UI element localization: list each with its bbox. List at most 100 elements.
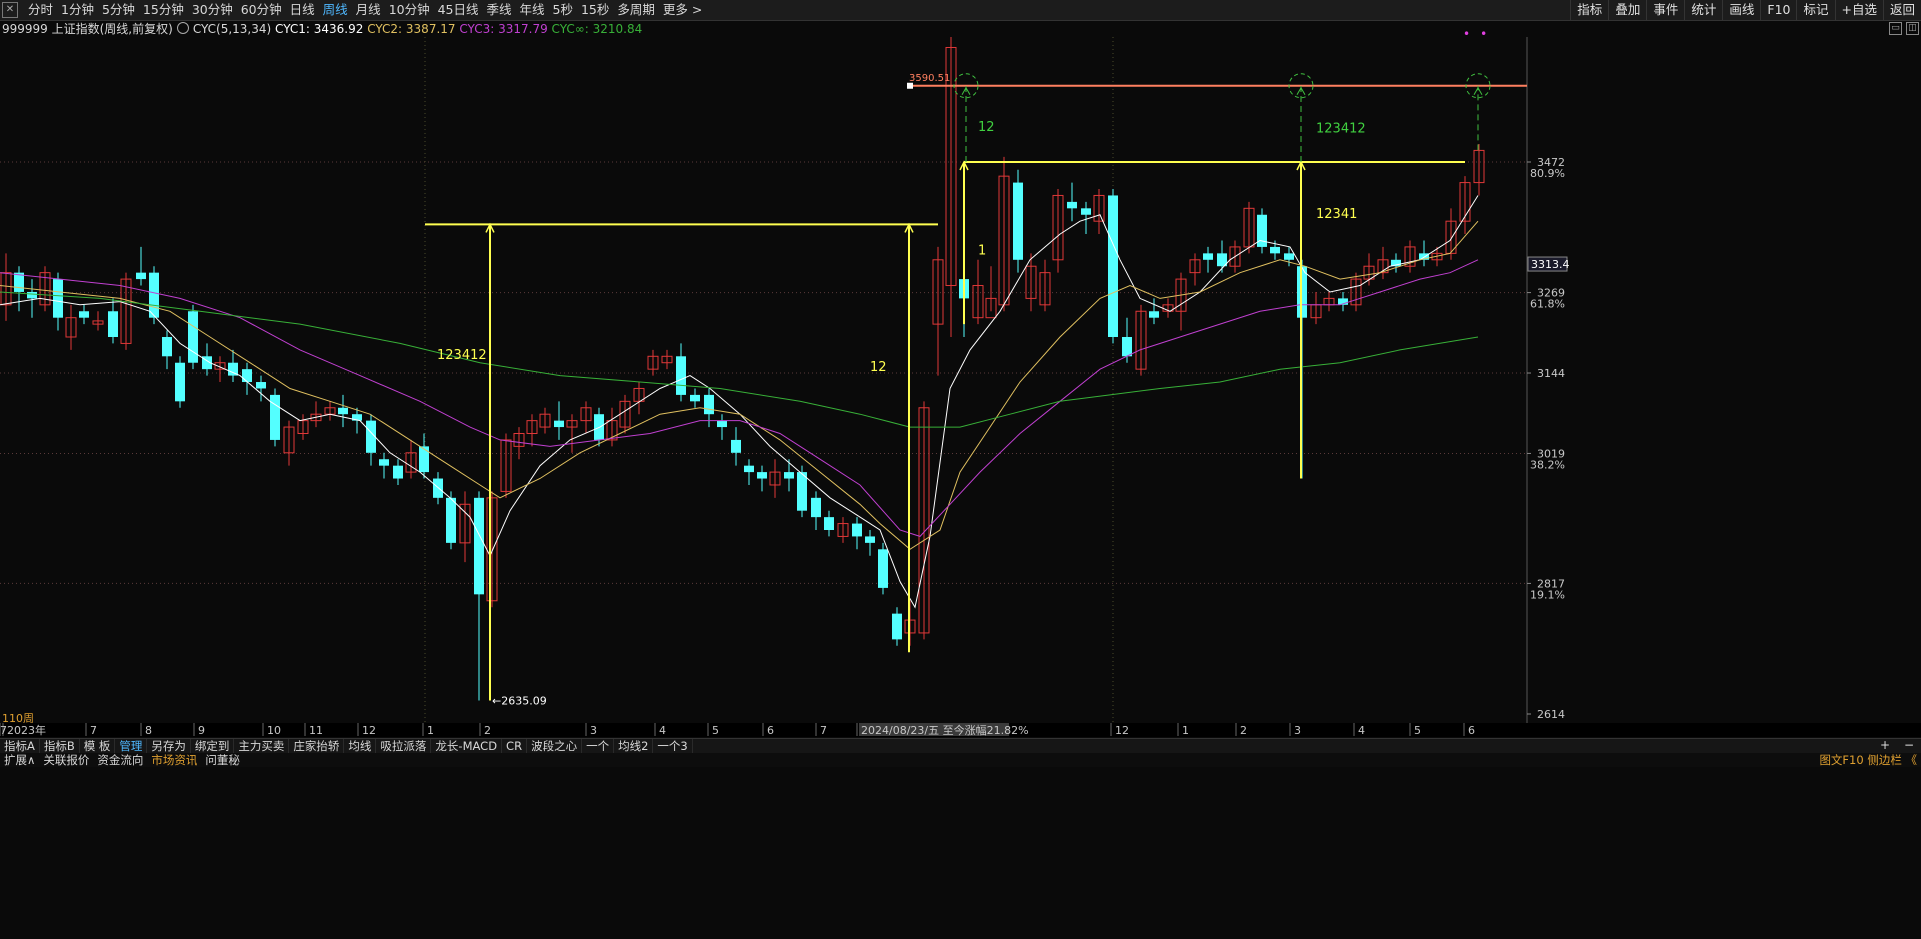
- period-tab[interactable]: 10分钟: [385, 0, 434, 20]
- tool-button[interactable]: 统计: [1684, 0, 1722, 20]
- period-tab[interactable]: 5分钟: [98, 0, 139, 20]
- candle-body-down: [256, 382, 266, 389]
- close-icon[interactable]: ✕: [2, 2, 18, 18]
- period-tab[interactable]: 1分钟: [57, 0, 98, 20]
- zoom-out-icon[interactable]: −: [1897, 738, 1921, 752]
- candle-body-down: [824, 517, 834, 530]
- period-tab[interactable]: 30分钟: [188, 0, 237, 20]
- candle-body-down: [690, 394, 700, 402]
- period-tab[interactable]: 分时: [24, 0, 57, 20]
- candle-body-down: [676, 356, 686, 395]
- tool-button[interactable]: F10: [1760, 0, 1796, 20]
- candle-body-down: [175, 362, 185, 402]
- x-tick-label: 1: [1182, 724, 1189, 737]
- cyc2-value: CYC2: 3387.17: [367, 22, 456, 36]
- candle-body-down: [393, 465, 403, 479]
- candle-body-down: [379, 459, 389, 466]
- indicator-tab[interactable]: 指标A: [0, 739, 40, 753]
- tool-button[interactable]: 返回: [1882, 0, 1921, 20]
- x-tick-label: 7: [820, 724, 827, 737]
- x-tick-label: 3: [1294, 724, 1301, 737]
- candle-body-down: [1108, 195, 1118, 337]
- x-tick-label: 9: [198, 724, 205, 737]
- period-tab[interactable]: 年线: [516, 0, 549, 20]
- y-tick-label: 3144: [1537, 367, 1565, 380]
- annot-label: 123412: [437, 348, 487, 363]
- candle-body-down: [744, 465, 754, 473]
- candle-body-down: [108, 311, 118, 337]
- cyc2-line: [0, 220, 1479, 550]
- tool-button[interactable]: 事件: [1646, 0, 1684, 20]
- period-tab[interactable]: 15秒: [577, 0, 613, 20]
- indicator-tab[interactable]: 均线2: [614, 739, 654, 753]
- extension-tab[interactable]: 扩展∧: [0, 753, 39, 767]
- indicator-tab[interactable]: 庄家抬轿: [289, 739, 345, 753]
- y-tick-pct: 61.8%: [1530, 298, 1565, 311]
- resistance-price-label: 3590.51: [909, 73, 950, 84]
- x-tick-label: 1: [427, 724, 434, 737]
- indicator-tab[interactable]: 一个: [582, 739, 615, 753]
- cyc3-value: CYC3: 3317.79: [459, 22, 548, 36]
- indicator-tab[interactable]: 模 板: [80, 739, 116, 753]
- candle-body-down: [865, 536, 875, 543]
- candle-body-down: [704, 394, 714, 415]
- candle-body-down: [242, 369, 252, 383]
- period-tab[interactable]: 5秒: [549, 0, 577, 20]
- candle-body-down: [811, 497, 821, 518]
- cyc1-line: [0, 195, 1479, 609]
- extension-tab[interactable]: 市场资讯: [147, 753, 201, 767]
- tool-button[interactable]: +自选: [1834, 0, 1883, 20]
- f10-sidebar-toggle[interactable]: 图文F10 侧边栏 《: [1819, 753, 1921, 767]
- indicator-tab[interactable]: 主力买卖: [234, 739, 290, 753]
- tool-button[interactable]: 指标: [1570, 0, 1608, 20]
- indicator-tab[interactable]: 另存为: [147, 739, 191, 753]
- x-tick-label: 4: [659, 724, 666, 737]
- period-tab[interactable]: 60分钟: [237, 0, 286, 20]
- right-tools: 指标 叠加 事件 统计 画线 F10 标记 +自选 返回: [1570, 0, 1921, 20]
- x-tick-label: 2: [1240, 724, 1247, 737]
- indicator-tab[interactable]: 吸拉派落: [376, 739, 432, 753]
- extension-tabs: 扩展∧ 关联报价 资金流向 市场资讯 问董秘: [0, 753, 1921, 767]
- x-tick-label: 6: [1468, 724, 1475, 737]
- indicator-tab[interactable]: 绑定到: [191, 739, 235, 753]
- gear-icon[interactable]: [176, 22, 189, 34]
- period-tab[interactable]: 季线: [483, 0, 516, 20]
- period-tab[interactable]: 更多 >: [659, 0, 706, 20]
- y-tick-pct: 80.9%: [1530, 167, 1565, 180]
- period-tab[interactable]: 日线: [286, 0, 319, 20]
- candle-body-down: [419, 446, 429, 473]
- indicator-tab[interactable]: 指标B: [40, 739, 80, 753]
- period-tab[interactable]: 15分钟: [139, 0, 188, 20]
- candlestick-chart[interactable]: 347280.9%326961.8%3144301938.2%281719.1%…: [0, 37, 1921, 723]
- x-tick-label: 5: [1414, 724, 1421, 737]
- x-tick-label: 10: [267, 724, 281, 737]
- indicator-tab[interactable]: 波段之心: [527, 739, 583, 753]
- tool-button[interactable]: 叠加: [1608, 0, 1646, 20]
- tool-button[interactable]: 画线: [1722, 0, 1760, 20]
- extension-tab[interactable]: 资金流向: [93, 753, 147, 767]
- period-tab[interactable]: 45日线: [434, 0, 483, 20]
- annot-label: 12341: [1316, 207, 1357, 222]
- x-tick-label: 8: [145, 724, 152, 737]
- extension-tab[interactable]: 关联报价: [39, 753, 93, 767]
- period-tab[interactable]: 周线: [319, 0, 352, 20]
- candle-body-down: [1149, 311, 1159, 318]
- minimize-icon[interactable]: ▭: [1889, 22, 1902, 35]
- period-tab[interactable]: 月线: [352, 0, 385, 20]
- zoom-in-icon[interactable]: +: [1873, 738, 1897, 752]
- indicator-tab[interactable]: CR: [502, 739, 528, 753]
- period-tab[interactable]: 多周期: [613, 0, 659, 20]
- indicator-tab[interactable]: 管理: [115, 739, 148, 753]
- tool-button[interactable]: 标记: [1796, 0, 1834, 20]
- cyc3-line: [0, 259, 1479, 537]
- candle-body-down: [149, 272, 159, 318]
- extension-tab[interactable]: 问董秘: [201, 753, 244, 767]
- indicator-tab[interactable]: 龙长-MACD: [431, 739, 503, 753]
- x-tick-label: 3: [590, 724, 597, 737]
- indicator-tab[interactable]: 一个3: [653, 739, 693, 753]
- candle-body-down: [474, 497, 484, 595]
- restore-icon[interactable]: ◫: [1906, 22, 1919, 35]
- period-tabs: 分时 1分钟 5分钟 15分钟 30分钟 60分钟 日线 周线 月线 10分钟 45日线 季线 年线 5秒…: [24, 0, 706, 20]
- indicator-tab[interactable]: 均线: [344, 739, 377, 753]
- candle-body-down: [731, 439, 741, 453]
